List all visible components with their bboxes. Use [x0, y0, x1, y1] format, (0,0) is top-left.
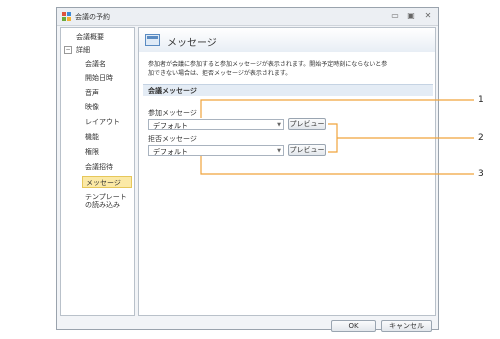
callout-number-3: 3 — [478, 169, 484, 179]
callout-number-1: 1 — [478, 95, 484, 105]
callout-line-3 — [200, 156, 474, 175]
callout-line-1 — [200, 99, 474, 118]
callout-line-2 — [328, 123, 338, 153]
callout-lines — [200, 99, 474, 175]
callout-number-2: 2 — [478, 133, 484, 143]
